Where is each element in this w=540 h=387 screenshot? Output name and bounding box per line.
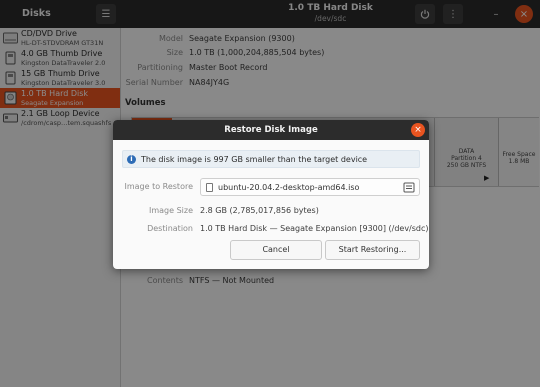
dialog-title: Restore Disk Image xyxy=(224,125,318,135)
image-to-restore-label: Image to Restore xyxy=(124,182,193,191)
image-file-name: ubuntu-20.04.2-desktop-amd64.iso xyxy=(218,183,360,192)
info-banner: i The disk image is 997 GB smaller than … xyxy=(122,150,420,168)
image-size-value: 2.8 GB (2,785,017,856 bytes) xyxy=(200,206,319,215)
image-file-chooser[interactable]: ubuntu-20.04.2-desktop-amd64.iso xyxy=(200,178,420,196)
destination-value: 1.0 TB Hard Disk — Seagate Expansion [93… xyxy=(200,224,429,233)
start-restoring-button[interactable]: Start Restoring... xyxy=(325,240,420,260)
cancel-button[interactable]: Cancel xyxy=(230,240,322,260)
info-icon: i xyxy=(127,155,136,164)
file-icon xyxy=(206,183,213,192)
image-size-label: Image Size xyxy=(148,206,193,215)
dialog-header: Restore Disk Image × xyxy=(113,120,429,140)
restore-disk-image-dialog: Restore Disk Image × i The disk image is… xyxy=(113,120,429,269)
info-text: The disk image is 997 GB smaller than th… xyxy=(141,155,368,164)
close-icon: × xyxy=(414,125,422,135)
destination-label: Destination xyxy=(147,224,193,233)
dialog-close-button[interactable]: × xyxy=(411,123,425,137)
browse-files-icon xyxy=(403,182,415,193)
